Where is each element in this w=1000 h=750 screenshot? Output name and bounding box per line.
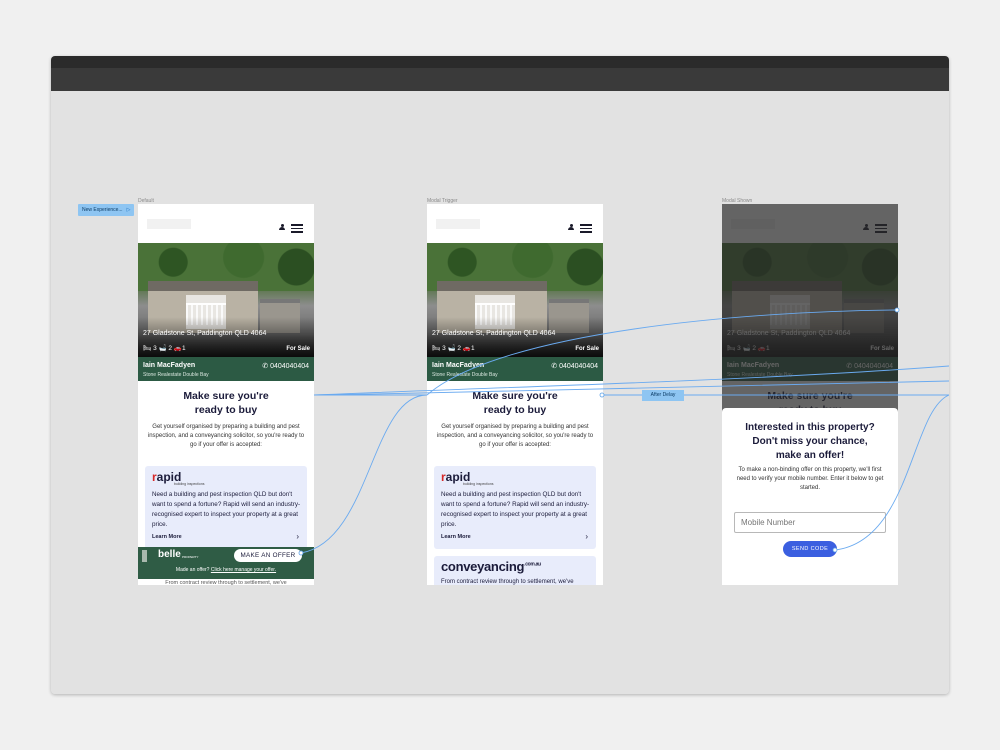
menu-icon[interactable]: [291, 224, 303, 233]
agent-name: Iain MacFadyen: [143, 362, 196, 369]
property-hero-image: 27 Gladstone St, Paddington QLD 4064 🛏 3…: [138, 243, 314, 357]
offer-modal: Interested in this property? Don't miss y…: [722, 408, 898, 585]
site-header: [138, 204, 314, 243]
site-logo[interactable]: [147, 219, 191, 229]
prototype-canvas[interactable]: Default Modal Trigger Modal Shown New Ex…: [51, 91, 949, 694]
belle-logo: belle: [158, 549, 181, 560]
conveyancing-text: From contract review through to settleme…: [441, 579, 574, 585]
belle-thumbnail: [142, 550, 147, 562]
send-code-button[interactable]: SEND CODE: [783, 541, 837, 557]
menu-icon[interactable]: [580, 224, 592, 233]
property-specs: 🛏 3 🛁 2 🚗1: [143, 344, 186, 352]
manage-offer-text: Made an offer? Click here manage your of…: [175, 567, 277, 573]
site-header: [427, 204, 603, 243]
frame-modal-trigger[interactable]: 27 Gladstone St, Paddington QLD 4064 🛏 3…: [427, 204, 603, 585]
chevron-right-icon[interactable]: ›: [296, 532, 299, 541]
rapid-card[interactable]: rapid building inspections Need a buildi…: [145, 466, 307, 549]
property-address: 27 Gladstone St, Paddington QLD 4064: [432, 330, 556, 337]
toolbar: [51, 68, 949, 91]
bath-count: 2: [168, 345, 173, 352]
site-logo[interactable]: [436, 219, 480, 229]
agent-bar[interactable]: Iain MacFadyen Stone Realestate Double B…: [138, 357, 314, 381]
bath-icon: 🛁: [158, 345, 167, 352]
conveyancing-logo: conveyancing.com.au: [441, 559, 541, 574]
phone-icon: ✆: [551, 363, 558, 370]
car-icon: 🚗: [462, 345, 471, 352]
property-hero-image: 27 Gladstone St, Paddington QLD 4064 🛏 3…: [427, 243, 603, 357]
make-offer-bar: belle PROPERTY MAKE AN OFFER Made an off…: [138, 547, 314, 579]
rapid-tagline: building inspections: [463, 482, 494, 486]
mobile-number-input[interactable]: [734, 512, 886, 533]
play-icon[interactable]: ▷: [127, 207, 131, 213]
agent-phone[interactable]: ✆ 0404040404: [262, 362, 309, 370]
car-icon: 🚗: [173, 345, 182, 352]
rapid-card[interactable]: rapid building inspections Need a buildi…: [434, 466, 596, 549]
learn-more-link[interactable]: Learn More: [441, 534, 471, 540]
chevron-right-icon[interactable]: ›: [585, 532, 588, 541]
learn-more-link[interactable]: Learn More: [152, 534, 182, 540]
car-count: 1: [181, 345, 186, 352]
section-title: Make sure you'reready to buy: [472, 390, 558, 416]
phone-icon: ✆: [262, 363, 269, 370]
bath-count: 2: [457, 345, 462, 352]
property-address: 27 Gladstone St, Paddington QLD 4064: [143, 330, 267, 337]
flow-start-tag[interactable]: New Experience... ▷: [78, 204, 135, 216]
user-icon[interactable]: [279, 224, 285, 230]
flow-connection: [300, 394, 428, 554]
bed-count: 3: [442, 345, 446, 352]
sale-status: For Sale: [575, 346, 599, 352]
modal-title: Interested in this property? Don't miss y…: [745, 422, 875, 461]
bed-count: 3: [153, 345, 157, 352]
belle-sub: PROPERTY: [182, 555, 199, 559]
property-specs: 🛏 3 🛁 2 🚗1: [432, 344, 475, 352]
agent-phone[interactable]: ✆ 0404040404: [551, 362, 598, 370]
bed-icon: 🛏: [143, 345, 152, 352]
flow-start-label: New Experience...: [82, 207, 123, 213]
rapid-text: Need a building and pest inspection QLD …: [152, 491, 301, 528]
conveyancing-card[interactable]: conveyancing.com.au From contract review…: [434, 556, 596, 585]
rapid-text: Need a building and pest inspection QLD …: [441, 491, 590, 528]
frame-modal-shown[interactable]: 27 Gladstone St, Paddington QLD 4064 🛏 3…: [722, 204, 898, 585]
peek-text: From contract review through to settleme…: [165, 580, 287, 585]
car-count: 1: [470, 345, 475, 352]
modal-description: To make a non-binding offer on this prop…: [736, 467, 884, 491]
frame-default[interactable]: 27 Gladstone St, Paddington QLD 4064 🛏 3…: [138, 204, 314, 585]
section-description: Get yourself organised by preparing a bu…: [147, 424, 305, 448]
manage-offer-link[interactable]: Click here manage your offer.: [211, 567, 276, 573]
make-offer-button[interactable]: MAKE AN OFFER: [234, 549, 302, 562]
agent-name: Iain MacFadyen: [432, 362, 485, 369]
section-title: Make sure you'reready to buy: [183, 390, 269, 416]
bath-icon: 🛁: [447, 345, 456, 352]
sale-status: For Sale: [286, 346, 310, 352]
prototype-editor-window: Default Modal Trigger Modal Shown New Ex…: [51, 56, 949, 694]
section-description: Get yourself organised by preparing a bu…: [436, 424, 594, 448]
user-icon[interactable]: [568, 224, 574, 230]
agency-name: Stone Realestate Double Bay: [432, 372, 498, 378]
agency-name: Stone Realestate Double Bay: [143, 372, 209, 378]
bed-icon: 🛏: [432, 345, 441, 352]
after-delay-tag[interactable]: After Delay: [642, 390, 684, 401]
title-bar: [51, 56, 949, 68]
agent-bar[interactable]: Iain MacFadyen Stone Realestate Double B…: [427, 357, 603, 381]
ready-to-buy-section: Make sure you're ready to buy Get yoursel…: [427, 381, 603, 585]
rapid-tagline: building inspections: [174, 482, 205, 486]
